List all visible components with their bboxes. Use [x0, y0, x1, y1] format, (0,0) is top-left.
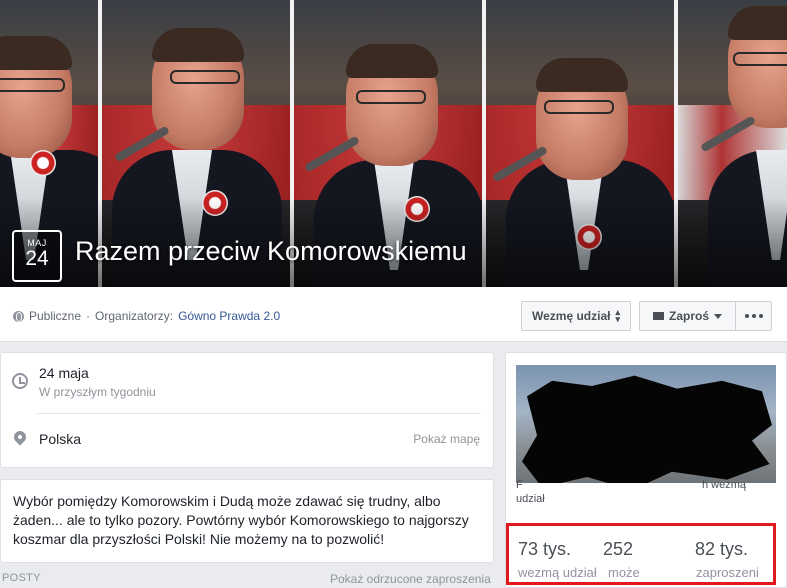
more-options-button[interactable]: [735, 301, 772, 331]
event-date-text: 24 maja: [39, 365, 89, 381]
envelope-icon: [652, 312, 664, 320]
event-date-relative: W przyszłym tygodniu: [39, 385, 156, 399]
show-map-link[interactable]: Pokaż mapę: [413, 432, 480, 446]
globe-icon: [13, 310, 24, 322]
clock-icon: [12, 373, 28, 389]
privacy-label: Publiczne: [29, 309, 82, 323]
maybe-label: może: [608, 565, 640, 580]
map-pin-icon: [11, 428, 29, 446]
event-meta: Publiczne · Organizatorzy: Gówno Prawda …: [13, 309, 280, 323]
meta-separator: ·: [86, 309, 91, 323]
caption-right: h wezmą: [702, 479, 747, 491]
friends-going-photo[interactable]: [516, 365, 776, 483]
ellipsis-icon: [744, 314, 763, 318]
organizer-link[interactable]: Gówno Prawda 2.0: [178, 309, 280, 323]
chevron-down-icon: [714, 313, 722, 319]
guests-card: F h wezmą udział 73 tys. 252 82 tys. wez…: [505, 352, 787, 588]
guest-stats-highlight: 73 tys. 252 82 tys. wezmą udział może za…: [506, 523, 776, 585]
friends-going-caption: F h wezmą udział: [516, 479, 746, 505]
event-location-text: Polska: [39, 431, 82, 447]
up-down-caret-icon: ▴ ▾: [615, 307, 620, 324]
organizers-label: Organizatorzy:: [95, 309, 174, 323]
divider: [37, 413, 481, 414]
caption-line2: udział: [516, 493, 545, 505]
event-description: Wybór pomiędzy Komorowskim i Dudą może z…: [13, 493, 469, 547]
event-details-card: 24 maja W przyszłym tygodniu Polska Poka…: [0, 352, 494, 468]
event-title: Razem przeciw Komorowskiemu: [75, 236, 467, 266]
invite-button-label: Zaproś: [668, 309, 709, 323]
show-declined-invites-link[interactable]: Pokaż odrzucone zaproszenia: [330, 572, 491, 586]
redaction-scribble: [522, 375, 772, 483]
going-button[interactable]: Wezmę udział ▴ ▾: [521, 301, 631, 331]
going-label: wezmą udział: [518, 565, 597, 580]
invited-label: zaproszeni: [696, 565, 759, 580]
caption-left: F: [516, 479, 523, 491]
event-date-box: MAJ 24: [12, 230, 62, 282]
event-action-bar: Publiczne · Organizatorzy: Gówno Prawda …: [0, 287, 787, 342]
event-description-card: Wybór pomiędzy Komorowskim i Dudą może z…: [0, 479, 494, 563]
going-button-label: Wezmę udział: [532, 309, 611, 323]
posts-section-label: POSTY: [2, 572, 41, 584]
invite-button[interactable]: Zaproś: [639, 301, 736, 331]
going-count[interactable]: 73 tys.: [518, 539, 571, 560]
event-cover-photo[interactable]: MAJ 24 Razem przeciw Komorowskiemu: [0, 0, 787, 287]
maybe-count[interactable]: 252: [603, 539, 633, 560]
invited-count[interactable]: 82 tys.: [695, 539, 748, 560]
event-day: 24: [25, 247, 49, 270]
